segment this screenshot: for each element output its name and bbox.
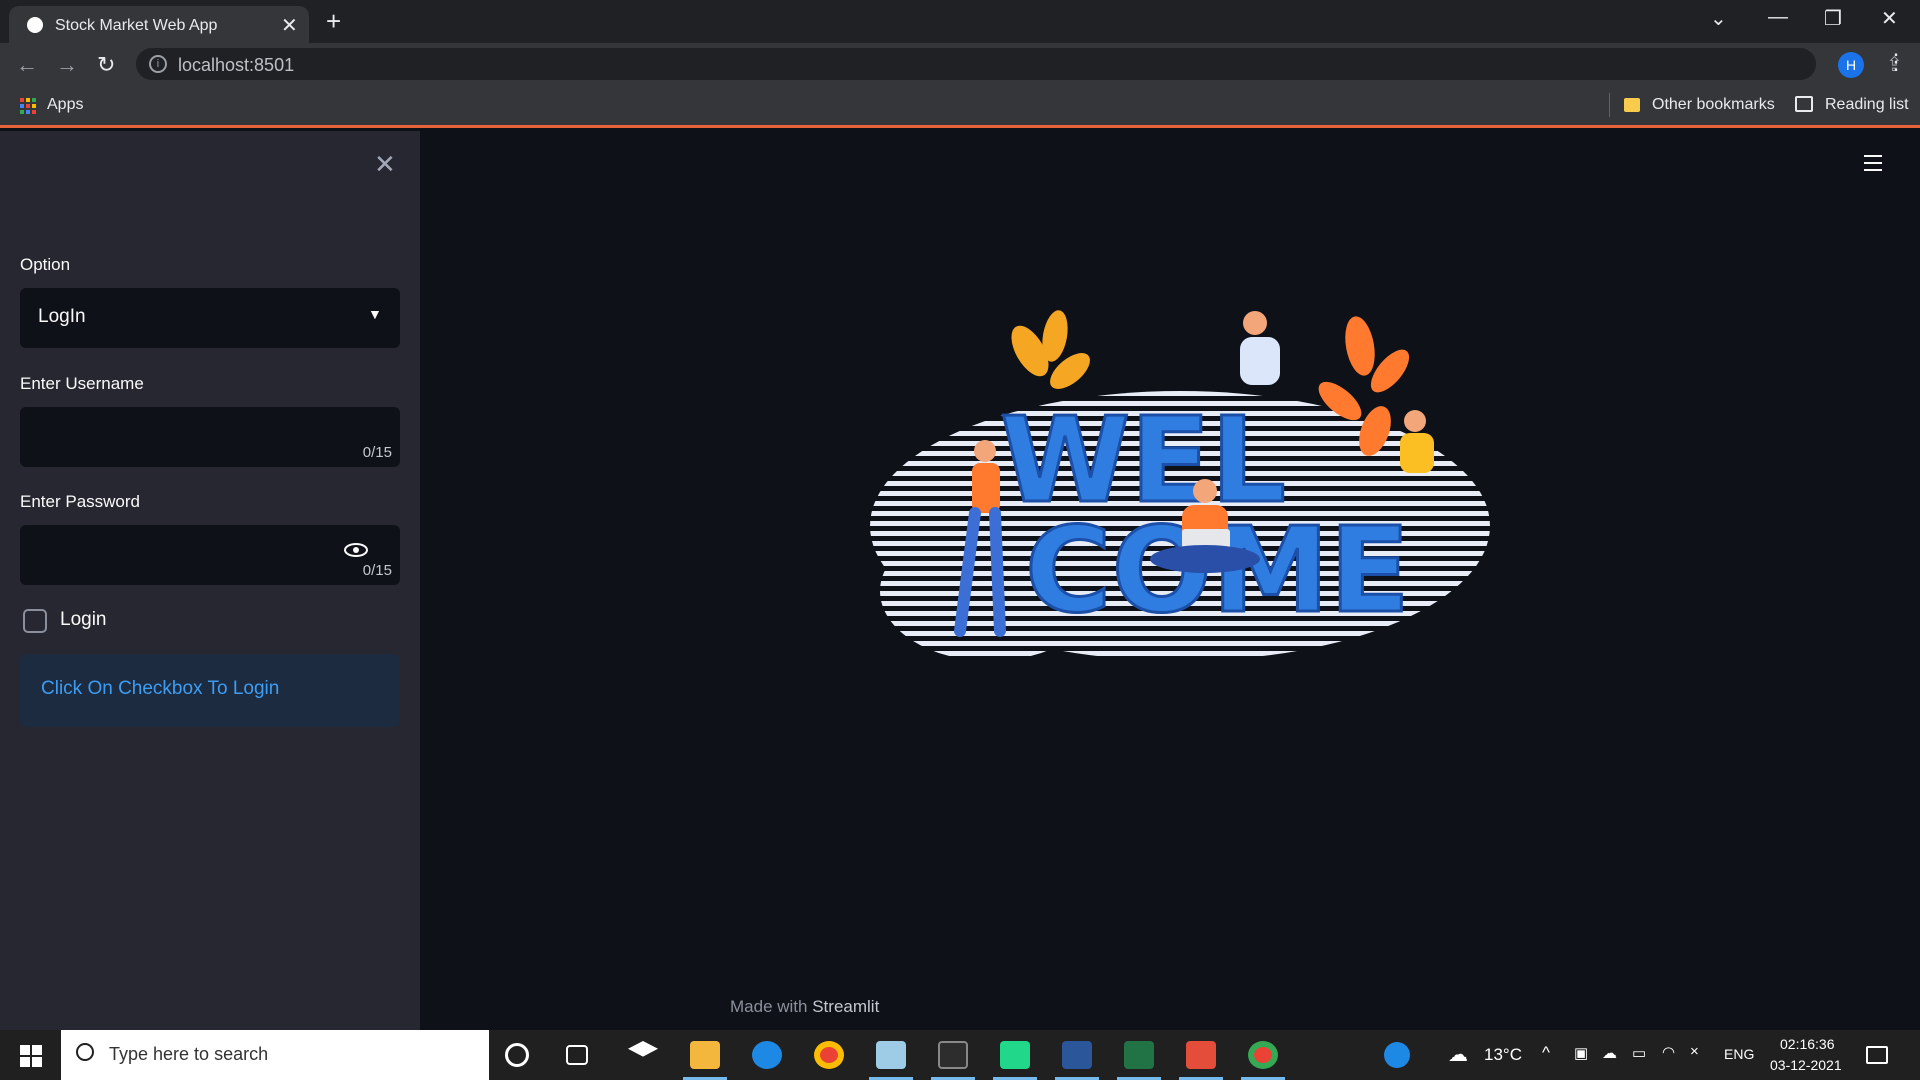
apps-bookmark[interactable]: Apps [47,96,83,114]
language-indicator[interactable]: ENG [1724,1046,1754,1062]
meet-icon[interactable]: ▣ [1574,1044,1588,1062]
reading-list-icon [1795,96,1813,112]
other-bookmarks[interactable]: Other bookmarks [1652,96,1775,114]
edge-icon[interactable] [752,1041,782,1069]
footer: Made with Streamlit [730,997,879,1017]
username-label: Enter Username [20,374,144,393]
option-select[interactable]: LogIn ▼ [20,288,400,348]
weather-icon: ☁ [1448,1044,1468,1066]
weather-temperature[interactable]: 13°C [1484,1045,1522,1065]
restore-button[interactable]: ❐ [1824,6,1842,31]
chrome-icon[interactable] [814,1041,844,1069]
terminal-icon[interactable] [938,1041,968,1069]
battery-icon[interactable]: ▭ [1632,1044,1646,1062]
hamburger-menu-icon[interactable] [1864,155,1882,171]
forward-button[interactable]: → [56,52,78,78]
password-char-counter: 0/15 [362,562,392,579]
option-label: Option [20,255,71,274]
login-checkbox[interactable] [23,609,47,633]
streamlit-link[interactable]: Streamlit [812,997,879,1016]
windows-taskbar: Type here to search ☁ 13°C ^ ▣ ☁ ▭ ◠ × E… [0,1030,1920,1080]
info-message: Click On Checkbox To Login [41,678,280,699]
browser-tab-strip: Stock Market Web App ✕ + ⌄ — ❐ ✕ [0,0,1920,43]
taskbar-search[interactable]: Type here to search [61,1030,489,1080]
cortana-icon[interactable] [505,1043,529,1067]
reload-button[interactable]: ↻ [97,52,115,78]
folder-icon [1624,98,1640,112]
password-label: Enter Password [20,492,140,511]
wifi-icon[interactable]: ◠ [1662,1043,1675,1061]
bookmarks-divider [1609,93,1610,117]
login-checkbox-label[interactable]: Login [60,609,107,631]
clock-time[interactable]: 02:16:36 [1780,1036,1835,1052]
apps-grid-icon[interactable] [20,98,36,114]
search-icon [76,1043,94,1061]
chrome-profile-icon[interactable] [1248,1041,1278,1069]
new-tab-button[interactable]: + [326,6,341,37]
bookmarks-bar: Apps Other bookmarks Reading list [0,85,1920,128]
caret-down-icon: ▼ [368,306,382,322]
footer-prefix: Made with [730,997,808,1016]
browser-menu-icon[interactable]: ⋮ [1885,49,1907,75]
site-info-icon[interactable]: i [149,55,167,73]
tab-close-icon[interactable]: ✕ [281,13,298,38]
help-icon[interactable] [1384,1042,1410,1068]
minimize-button[interactable]: — [1768,6,1788,29]
task-view-icon[interactable] [566,1045,588,1065]
info-alert: Click On Checkbox To Login [20,654,400,727]
volume-muted-icon[interactable]: × [1690,1043,1699,1060]
browser-tab[interactable]: Stock Market Web App ✕ [9,6,309,43]
password-input[interactable]: 0/15 [20,525,400,585]
screen-recorder-icon[interactable] [1186,1041,1216,1069]
address-toolbar: ← → ↻ i localhost:8501 ⇪ ☆ H ⋮ [0,43,1920,85]
eye-icon[interactable] [344,543,368,557]
excel-icon[interactable] [1124,1041,1154,1069]
address-bar[interactable]: i localhost:8501 ⇪ ☆ [136,48,1903,80]
main-content: WEL COME Made with Streamlit [420,131,1920,1030]
word-icon[interactable] [1062,1041,1092,1069]
streamlit-favicon-icon [27,17,43,33]
notepad-icon[interactable] [876,1041,906,1069]
window-close-button[interactable]: ✕ [1881,6,1898,31]
file-explorer-icon[interactable] [690,1041,720,1069]
profile-avatar[interactable]: H [1838,52,1864,78]
tab-search-icon[interactable]: ⌄ [1710,6,1727,31]
welcome-illustration: WEL COME [870,310,1490,661]
reading-list[interactable]: Reading list [1825,96,1909,114]
dropbox-icon[interactable] [628,1041,658,1057]
sidebar-close-icon[interactable]: ✕ [374,149,396,180]
onedrive-icon[interactable]: ☁ [1602,1044,1617,1062]
back-button[interactable]: ← [16,52,38,78]
windows-start-icon[interactable] [20,1045,42,1067]
taskbar-search-placeholder: Type here to search [109,1044,269,1064]
notifications-icon[interactable] [1866,1046,1888,1064]
sidebar: ✕ Option LogIn ▼ Enter Username 0/15 Ent… [0,131,420,1030]
url-text: localhost:8501 [178,55,295,75]
tab-title: Stock Market Web App [55,17,218,34]
chevron-up-icon[interactable]: ^ [1542,1043,1550,1063]
option-selected-value: LogIn [38,306,86,327]
pycharm-icon[interactable] [1000,1041,1030,1069]
username-input[interactable]: 0/15 [20,407,400,467]
username-char-counter: 0/15 [362,444,392,461]
clock-date[interactable]: 03-12-2021 [1770,1057,1842,1073]
